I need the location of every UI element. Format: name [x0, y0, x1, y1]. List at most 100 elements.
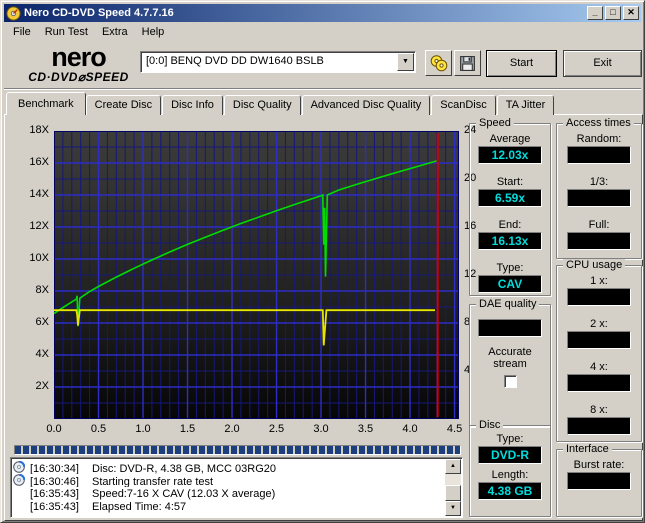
window-title: Nero CD-DVD Speed 4.7.7.16 [24, 7, 174, 19]
x-axis-tick-label: 3.5 [357, 423, 374, 435]
drive-select-dropdown-button[interactable]: ▼ [397, 53, 414, 71]
log-row: [16:30:34] Disc: DVD-R, 4.38 GB, MCC 03R… [13, 461, 442, 474]
dae-quality-group: DAE quality Accurate stream [469, 298, 551, 427]
tab-create-disc[interactable]: Create Disc [85, 95, 162, 115]
access-times-group: Access times Random: 1/3: Full: [556, 117, 642, 259]
speed-group-title: Speed [476, 117, 514, 129]
random-access-value [567, 146, 631, 164]
left-axis-tick-label: 18X [29, 124, 49, 136]
full-access-value [567, 232, 631, 250]
nero-logo-text: nero [51, 42, 107, 72]
x-axis-tick-label: 1.5 [179, 423, 196, 435]
x-axis-tick-label: 2.5 [268, 423, 285, 435]
transfer-rate-chart [54, 131, 459, 419]
tab-disc-quality[interactable]: Disc Quality [223, 95, 301, 115]
exit-button[interactable]: Exit [563, 50, 642, 77]
left-axis-tick-label: 2X [35, 380, 49, 392]
scrollbar-thumb[interactable] [445, 485, 461, 501]
disc-type-value: DVD-R [478, 446, 542, 464]
close-icon: ✕ [627, 7, 635, 17]
minimize-icon: _ [592, 7, 598, 17]
cpu-usage-group-title: CPU usage [563, 259, 626, 271]
menu-extra[interactable]: Extra [95, 24, 135, 41]
log-time: [16:35:43] [30, 487, 79, 500]
cdvdspeed-logo-text: CD·DVD⌀SPEED [28, 70, 129, 84]
menu-run-test[interactable]: Run Test [38, 24, 95, 41]
drive-select[interactable]: [0:0] BENQ DVD DD DW1640 BSLB ▼ [140, 51, 416, 73]
scroll-down-icon: ▼ [450, 505, 456, 511]
accurate-stream-checkbox[interactable] [503, 375, 517, 388]
title-bar[interactable]: Nero CD-DVD Speed 4.7.7.16 _ □ ✕ [4, 4, 641, 22]
start-speed-value: 6.59x [478, 189, 542, 207]
left-axis-tick-label: 6X [35, 316, 49, 328]
toolbar-separator [4, 88, 641, 90]
access-times-group-title: Access times [563, 117, 634, 129]
scroll-down-button[interactable]: ▼ [445, 501, 461, 516]
interface-group-title: Interface [563, 443, 612, 455]
maximize-button[interactable]: □ [605, 6, 621, 20]
speed-type-label: Type: [496, 262, 524, 274]
dae-quality-group-title: DAE quality [476, 298, 540, 310]
disc-type-label: Type: [496, 433, 524, 445]
tab-ta-jitter[interactable]: TA Jitter [496, 95, 555, 115]
full-access-label: Full: [588, 219, 610, 231]
tab-benchmark[interactable]: Benchmark [6, 92, 86, 115]
log-row: [16:35:43] Speed:7-16 X CAV (12.03 X ave… [13, 487, 442, 500]
menu-help[interactable]: Help [135, 24, 172, 41]
log-row: [16:35:43] Elapsed Time: 4:57 [13, 500, 442, 513]
test-progress-bar [14, 445, 461, 455]
x-axis-tick-label: 2.0 [224, 423, 240, 435]
x-axis-tick-label: 1.0 [135, 423, 151, 435]
x-axis-tick-label: 4.5 [446, 423, 463, 435]
close-button[interactable]: ✕ [623, 6, 639, 20]
log-time: [16:35:43] [30, 500, 79, 513]
app-icon [6, 5, 21, 21]
log-text: Disc: DVD-R, 4.38 GB, MCC 03RG20 [92, 462, 276, 475]
log-scrollbar[interactable]: ▲ ▼ [445, 459, 461, 516]
log-time: [16:30:46] [30, 475, 79, 488]
cpu-2x-label: 2 x: [590, 318, 608, 330]
nero-logo: nero CD·DVD⌀SPEED [16, 42, 141, 84]
log-row: [16:30:46] Starting transfer rate test [13, 474, 442, 487]
left-axis-tick-label: 10X [29, 252, 49, 264]
left-axis-tick-label: 12X [29, 220, 49, 232]
maximize-icon: □ [610, 7, 616, 17]
minimize-button[interactable]: _ [587, 6, 603, 20]
average-speed-label: Average [489, 133, 531, 145]
save-icon [460, 55, 475, 71]
cpu-8x-value [567, 417, 631, 435]
log-text: Speed:7-16 X CAV (12.03 X average) [92, 487, 276, 500]
save-button[interactable] [454, 50, 481, 76]
menu-file[interactable]: File [6, 24, 38, 41]
left-axis-tick-label: 16X [29, 156, 49, 168]
disc-info-icon [13, 461, 30, 474]
disc-length-label: Length: [491, 469, 529, 481]
log-text: Elapsed Time: 4:57 [92, 500, 187, 513]
left-axis-tick-label: 4X [35, 348, 49, 360]
speed-group: Speed Average 12.03x Start: 6.59x End: 1… [469, 117, 551, 296]
cpu-2x-value [567, 331, 631, 349]
tab-bar: Benchmark Create Disc Disc Info Disc Qua… [6, 92, 555, 115]
benchmark-panel: 18X 16X 14X 12X 10X 8X 6X 4X 2X 24 20 16 12 8 4 0.0 0.5 1… [4, 114, 643, 521]
disc-info-icon [13, 474, 30, 487]
scroll-up-button[interactable]: ▲ [445, 459, 461, 474]
test-progress-fill [15, 446, 460, 454]
cpu-4x-value [567, 374, 631, 392]
one-third-access-label: 1/3: [589, 176, 609, 188]
tab-scandisc[interactable]: ScanDisc [431, 95, 496, 115]
x-axis-tick-label: 3.0 [313, 423, 329, 435]
menu-bar: File Run Test Extra Help [4, 23, 641, 42]
scroll-up-icon: ▲ [450, 463, 456, 469]
burst-rate-label: Burst rate: [573, 459, 625, 471]
end-speed-value: 16.13x [478, 232, 542, 250]
interface-group: Interface Burst rate: [556, 443, 642, 517]
log-box[interactable]: [16:30:34] Disc: DVD-R, 4.38 GB, MCC 03R… [10, 457, 463, 518]
tab-advanced-disc-quality[interactable]: Advanced Disc Quality [301, 95, 431, 115]
disc-group-title: Disc [476, 419, 504, 431]
cpu-usage-group: CPU usage 1 x: 2 x: 4 x: 8 x: [556, 259, 642, 442]
tab-disc-info[interactable]: Disc Info [162, 95, 223, 115]
start-button[interactable]: Start [486, 50, 557, 77]
options-button[interactable] [425, 50, 452, 76]
speed-type-value: CAV [478, 275, 542, 293]
x-axis-tick-label: 0.5 [90, 423, 107, 435]
